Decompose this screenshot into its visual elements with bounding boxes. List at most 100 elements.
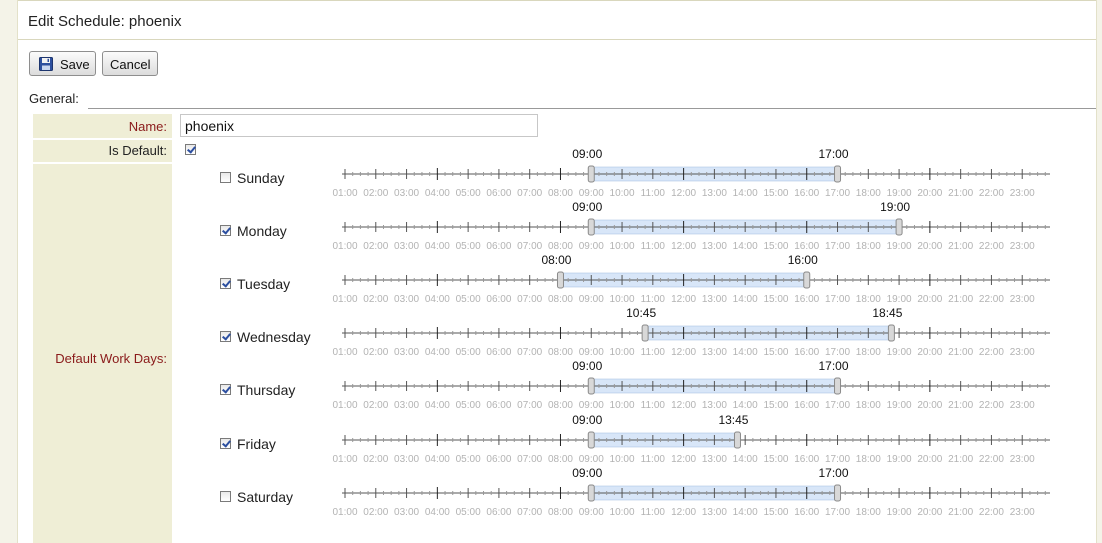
end-time-label: 13:45 [718,413,748,427]
hour-label: 11:00 [641,347,666,358]
timeline-slider-saturday[interactable]: 01:00 02:00 03:00 04:00 05:00 06:00 07:00 08:00… [330,466,1060,525]
day-checkbox-wednesday[interactable] [220,331,231,343]
hour-label: 18:00 [856,241,881,252]
hour-label: 02:00 [363,241,388,252]
hour-label: 17:00 [825,188,850,199]
hour-label: 01:00 [332,400,357,411]
timeline-slider-wednesday[interactable]: 01:00 02:00 03:00 04:00 05:00 06:00 07:00 08:00… [330,306,1060,365]
hour-label: 09:00 [579,454,604,465]
hour-label: 15:00 [763,241,788,252]
hour-label: 01:00 [332,454,357,465]
end-handle[interactable] [733,431,741,448]
hour-label: 23:00 [1010,347,1035,358]
end-time-label: 18:45 [872,306,902,320]
day-label-tuesday: Tuesday [237,276,291,293]
save-button[interactable]: Save [29,51,96,76]
start-handle[interactable] [556,271,564,289]
hour-label: 04:00 [425,294,450,305]
hour-label: 21:00 [948,347,973,358]
work-days-label: Default Work Days: [55,351,167,366]
hour-label: 13:00 [702,347,727,358]
hour-label: 12:00 [671,400,696,411]
day-checkbox-thursday[interactable] [220,384,231,396]
hour-label: 05:00 [456,347,481,358]
start-handle[interactable] [587,218,595,236]
hour-label: 06:00 [486,347,511,358]
name-field[interactable] [180,114,538,137]
hour-label: 22:00 [979,507,1004,518]
hour-label: 09:00 [579,400,604,411]
hour-label: 02:00 [363,188,388,199]
day-checkbox-sunday[interactable] [220,172,231,183]
hour-label: 01:00 [332,294,357,305]
day-checkbox-saturday[interactable] [220,490,231,502]
start-time-label: 09:00 [572,466,602,480]
end-handle[interactable] [803,271,811,289]
timeline-slider-thursday[interactable]: 01:00 02:00 03:00 04:00 05:00 06:00 07:00 08:00… [330,359,1060,418]
hour-label: 06:00 [486,454,511,465]
day-checkbox-monday[interactable] [220,225,231,237]
hour-label: 23:00 [1010,507,1035,518]
hour-label: 06:00 [486,294,511,305]
day-label-wednesday: Wednesday [237,329,311,346]
hour-label: 10:00 [610,454,635,465]
hour-label: 20:00 [917,507,942,518]
start-time-label: 09:00 [572,359,602,373]
timeline-slider-friday[interactable]: 01:00 02:00 03:00 04:00 05:00 06:00 07:00 08:00… [330,413,1060,472]
start-handle[interactable] [587,377,595,395]
hour-label: 07:00 [517,294,542,305]
hour-label: 13:00 [702,454,727,465]
hour-label: 09:00 [579,241,604,252]
name-label-cell: Name: [33,114,172,138]
hour-label: 12:00 [671,188,696,199]
hour-label: 22:00 [979,241,1004,252]
end-handle[interactable] [834,377,842,395]
hour-label: 11:00 [641,294,666,305]
hour-label: 08:00 [548,400,573,411]
is-default-checkbox[interactable] [185,144,196,155]
hour-label: 02:00 [363,347,388,358]
hour-label: 15:00 [763,294,788,305]
day-label-monday: Monday [237,223,287,240]
cancel-button[interactable]: Cancel [102,51,158,76]
timeline-slider-sunday[interactable]: 01:00 02:00 03:00 04:00 05:00 06:00 07:00 08:00… [330,147,1060,206]
hour-label: 23:00 [1010,400,1035,411]
hour-label: 14:00 [733,507,758,518]
end-handle[interactable] [834,484,842,502]
start-handle[interactable] [587,165,595,183]
hour-label: 04:00 [425,454,450,465]
timeline-slider-monday[interactable]: 01:00 02:00 03:00 04:00 05:00 06:00 07:00 08:00… [330,200,1060,259]
hour-label: 10:00 [610,400,635,411]
hour-label: 09:00 [579,294,604,305]
section-heading-general: General: [29,91,79,106]
hour-label: 18:00 [856,347,881,358]
end-handle[interactable] [834,165,842,183]
hour-label: 07:00 [517,454,542,465]
timeline-slider-tuesday[interactable]: 01:00 02:00 03:00 04:00 05:00 06:00 07:00 08:00… [330,253,1060,312]
end-handle[interactable] [887,324,895,342]
hour-label: 02:00 [363,294,388,305]
hour-label: 19:00 [887,454,912,465]
hour-label: 18:00 [856,294,881,305]
hour-label: 21:00 [948,507,973,518]
hour-label: 05:00 [456,241,481,252]
end-handle[interactable] [895,218,903,236]
hour-label: 15:00 [763,454,788,465]
hour-label: 03:00 [394,400,419,411]
start-handle[interactable] [587,431,595,448]
hour-label: 01:00 [332,188,357,199]
start-time-label: 09:00 [572,200,602,214]
day-checkbox-tuesday[interactable] [220,278,231,290]
start-handle[interactable] [587,484,595,502]
hour-label: 22:00 [979,188,1004,199]
hour-label: 04:00 [425,400,450,411]
start-handle[interactable] [641,324,649,342]
hour-label: 18:00 [856,507,881,518]
hour-label: 11:00 [641,241,666,252]
day-checkbox-friday[interactable] [220,437,231,449]
hour-label: 08:00 [548,454,573,465]
hour-label: 17:00 [825,400,850,411]
hour-label: 07:00 [517,507,542,518]
hour-label: 12:00 [671,507,696,518]
hour-label: 03:00 [394,507,419,518]
